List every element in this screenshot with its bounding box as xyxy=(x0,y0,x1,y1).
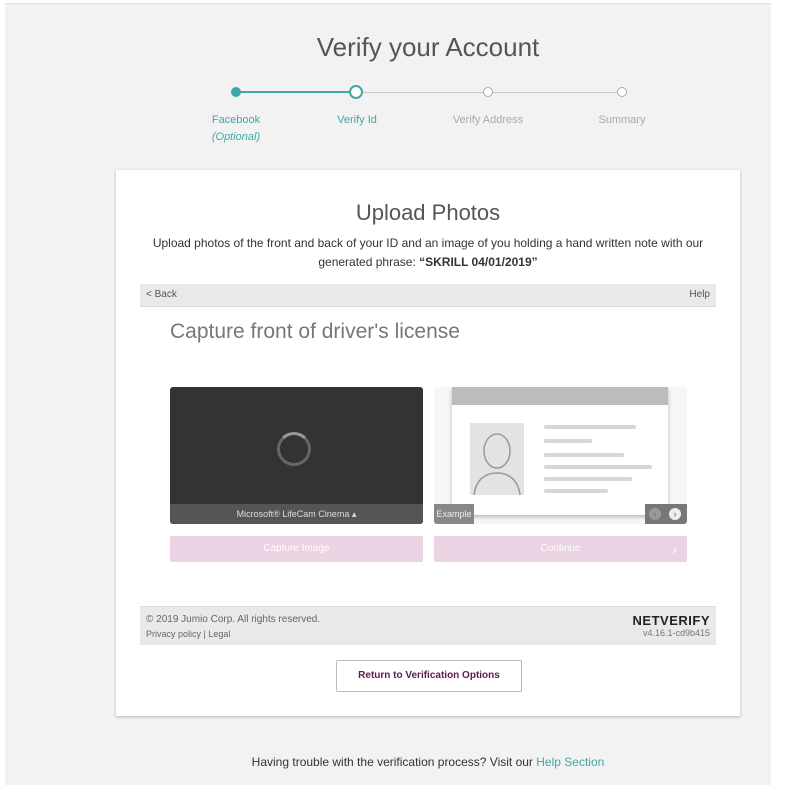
next-arrow-icon[interactable]: › xyxy=(669,508,681,520)
legal-link[interactable]: Legal xyxy=(208,629,230,639)
version-text: v4.16.1-cd9b415 xyxy=(642,628,710,638)
netverify-widget: < Back Help Capture front of driver's li… xyxy=(140,284,716,645)
prev-arrow-icon[interactable]: ‹ xyxy=(649,508,661,520)
widget-top-bar: < Back Help xyxy=(140,284,716,307)
example-image: Example ‹ › xyxy=(434,387,687,524)
person-silhouette-icon xyxy=(473,433,521,496)
card-description: Upload photos of the front and back of y… xyxy=(144,234,712,272)
step-label-summary: Summary xyxy=(598,114,646,126)
id-text-line xyxy=(544,477,632,481)
step-label-verify-id: Verify Id xyxy=(337,114,377,126)
step-sublabel-optional: (Optional) xyxy=(211,131,261,143)
step-label-facebook[interactable]: Facebook xyxy=(176,114,296,126)
id-text-line xyxy=(544,453,624,457)
privacy-policy-link[interactable]: Privacy policy xyxy=(146,629,201,639)
id-text-line xyxy=(544,465,652,469)
loading-spinner-icon xyxy=(277,432,311,466)
chevron-right-icon: › xyxy=(672,541,677,557)
id-text-line xyxy=(544,489,608,493)
example-nav: ‹ › xyxy=(645,504,687,524)
example-id-card xyxy=(452,387,668,515)
id-card-header xyxy=(452,387,668,405)
footer-links: Privacy policy | Legal xyxy=(146,629,230,639)
continue-label: Continue xyxy=(540,543,581,554)
trouble-text: Having trouble with the verification pro… xyxy=(251,755,537,769)
back-link[interactable]: < Back xyxy=(146,289,177,300)
upload-card: Upload Photos Upload photos of the front… xyxy=(116,170,740,716)
card-title: Upload Photos xyxy=(355,200,501,225)
id-text-line xyxy=(544,439,592,443)
widget-footer: © 2019 Jumio Corp. All rights reserved. … xyxy=(140,606,716,645)
step-dot-verify-address xyxy=(483,87,493,97)
step-dot-verify-id xyxy=(349,85,363,99)
id-text-line xyxy=(544,425,636,429)
capture-title: Capture front of driver's license xyxy=(170,320,460,343)
continue-button[interactable]: Continue › xyxy=(434,536,687,562)
copyright-text: © 2019 Jumio Corp. All rights reserved. xyxy=(146,614,321,625)
camera-preview: Microsoft® LifeCam Cinema ▴ xyxy=(170,387,423,524)
step-dot-facebook xyxy=(231,87,241,97)
help-section-link[interactable]: Help Section xyxy=(536,755,604,769)
step-dot-summary xyxy=(617,87,627,97)
netverify-logo: NETVERIFY xyxy=(632,613,710,628)
camera-selector[interactable]: Microsoft® LifeCam Cinema ▴ xyxy=(170,504,423,524)
return-to-verification-options-button[interactable]: Return to Verification Options xyxy=(336,660,522,692)
stepper-track-done xyxy=(236,91,356,93)
step-label-verify-address: Verify Address xyxy=(452,114,524,126)
id-photo-placeholder xyxy=(470,423,524,496)
help-footer: Having trouble with the verification pro… xyxy=(0,755,788,769)
generated-phrase: “SKRILL 04/01/2019” xyxy=(419,255,538,269)
capture-image-button[interactable]: Capture Image xyxy=(170,536,423,562)
example-tag: Example xyxy=(434,504,474,524)
page-title: Verify your Account xyxy=(316,32,540,62)
help-link[interactable]: Help xyxy=(689,289,710,300)
